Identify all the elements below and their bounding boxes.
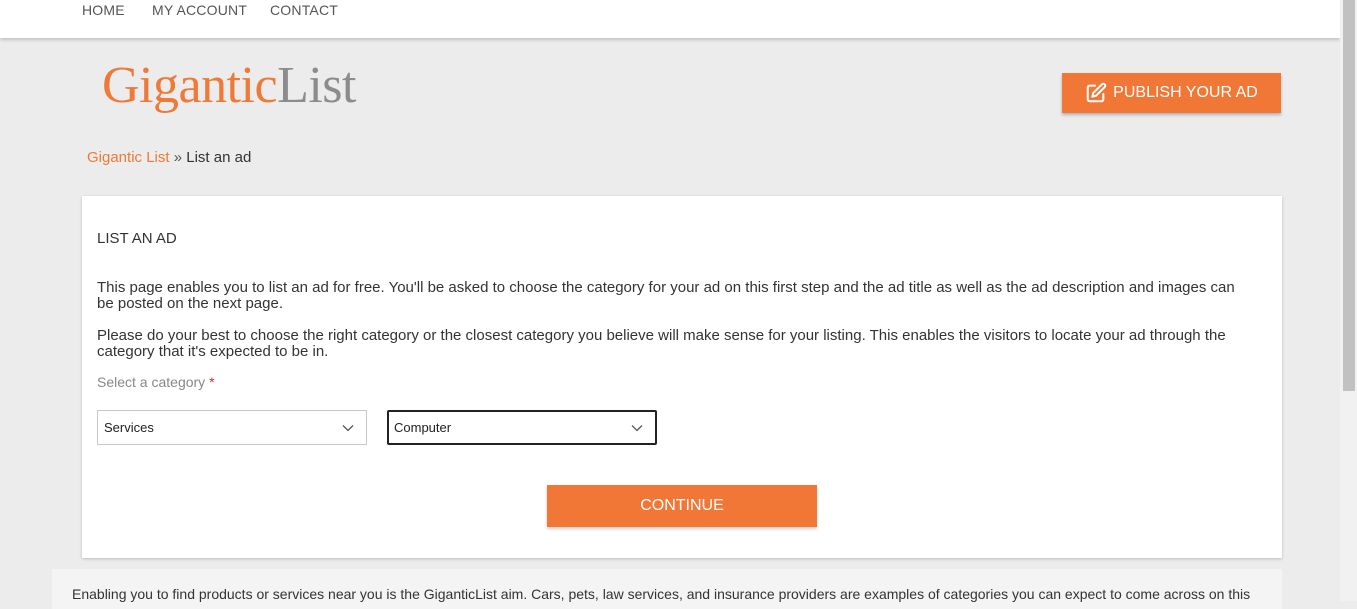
breadcrumb: Gigantic List » List an ad bbox=[87, 149, 251, 166]
chevron-down-icon bbox=[342, 424, 354, 431]
publish-your-ad-button[interactable]: PUBLISH YOUR AD bbox=[1062, 73, 1281, 113]
continue-button[interactable]: CONTINUE bbox=[547, 485, 817, 527]
required-asterisk: * bbox=[209, 374, 215, 390]
scrollbar-thumb[interactable] bbox=[1343, 0, 1355, 391]
footer-description-box: Enabling you to find products or service… bbox=[52, 569, 1282, 609]
breadcrumb-separator: » bbox=[173, 149, 183, 166]
logo-text-list: List bbox=[277, 57, 356, 114]
site-logo[interactable]: GiganticList bbox=[102, 54, 356, 118]
nav-my-account-link[interactable]: MY ACCOUNT bbox=[152, 2, 247, 18]
category-select[interactable]: Services bbox=[97, 410, 367, 445]
footer-description-text: Enabling you to find products or service… bbox=[72, 586, 1251, 602]
form-title: LIST AN AD bbox=[97, 230, 177, 247]
nav-contact-link[interactable]: CONTACT bbox=[270, 2, 338, 18]
intro-paragraph: This page enables you to list an ad for … bbox=[97, 279, 1235, 312]
logo-text-gigantic: Gigantic bbox=[102, 57, 278, 114]
edit-icon bbox=[1086, 82, 1107, 103]
category-select-value: Services bbox=[104, 420, 154, 435]
chevron-down-icon bbox=[631, 424, 643, 431]
subcategory-select[interactable]: Computer bbox=[387, 410, 657, 445]
nav-home-link[interactable]: HOME bbox=[82, 2, 125, 18]
breadcrumb-current: List an ad bbox=[186, 149, 252, 166]
category-advice-paragraph: Please do your best to choose the right … bbox=[97, 327, 1226, 360]
subcategory-select-value: Computer bbox=[394, 420, 452, 435]
breadcrumb-home-link[interactable]: Gigantic List bbox=[87, 149, 170, 166]
top-navigation-bar: HOME MY ACCOUNT CONTACT bbox=[0, 0, 1340, 38]
list-ad-form-card: LIST AN AD This page enables you to list… bbox=[82, 196, 1282, 558]
publish-button-label: PUBLISH YOUR AD bbox=[1113, 84, 1258, 101]
category-label-text: Select a category bbox=[97, 374, 206, 390]
category-label: Select a category * bbox=[97, 374, 215, 390]
